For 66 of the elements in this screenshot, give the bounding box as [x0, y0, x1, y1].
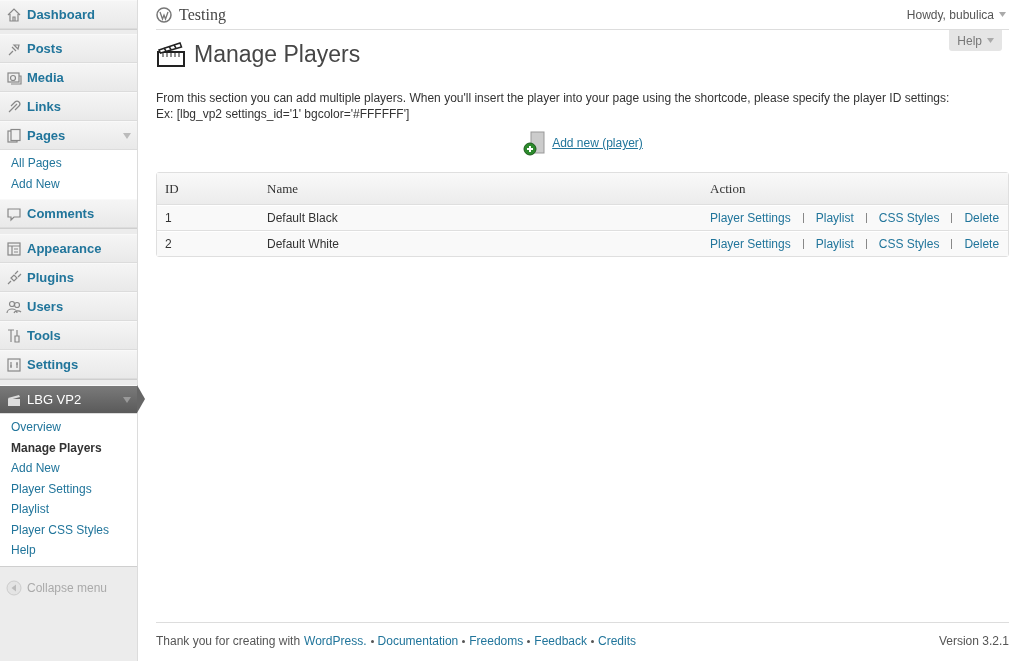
menu-item[interactable]: Comments [0, 199, 137, 228]
caret-icon [123, 132, 131, 139]
submenu-item[interactable]: Playlist [0, 499, 137, 520]
caret-icon [987, 38, 994, 43]
action-link[interactable]: CSS Styles [878, 237, 940, 251]
menu-item[interactable]: Appearance [0, 234, 137, 263]
wordpress-logo-icon [156, 6, 172, 23]
add-new-player-link[interactable]: Add new (player) [552, 136, 643, 150]
plug-icon [6, 269, 22, 286]
clapperboard-icon [156, 40, 186, 68]
table-cell: Default Black [259, 205, 702, 231]
table-cell: 2 [157, 231, 259, 256]
submenu-item[interactable]: All Pages [0, 153, 137, 174]
people-icon [6, 298, 22, 315]
submenu-item[interactable]: Player Settings [0, 478, 137, 499]
column-header: ID [157, 173, 259, 205]
menu-item[interactable]: Media [0, 63, 137, 92]
shortcode-example: Ex: [lbg_vp2 settings_id='1' bgcolor='#FFFFFF'] [156, 107, 410, 121]
footer-link[interactable]: Freedoms [469, 634, 524, 648]
settings-icon [6, 356, 22, 373]
user-menu[interactable]: Howdy, bubulica [906, 7, 1006, 22]
layout-icon [6, 240, 22, 257]
action-link[interactable]: Playlist [815, 211, 854, 225]
site-title[interactable]: Testing [179, 5, 226, 24]
column-header: Name [259, 173, 702, 205]
submenu-item[interactable]: Add New [0, 458, 137, 479]
caret-icon [999, 12, 1006, 17]
footer-link[interactable]: Documentation [377, 634, 459, 648]
submenu-item[interactable]: Add New [0, 173, 137, 194]
version-text: Version 3.2.1 [938, 634, 1009, 648]
caret-icon [123, 396, 131, 403]
footer-link[interactable]: Feedback [534, 634, 587, 648]
chain-link-icon [6, 98, 22, 115]
table-cell: Default White [259, 231, 702, 256]
pages-icon [6, 127, 22, 144]
house-icon [6, 6, 22, 23]
submenu-item[interactable]: Manage Players [0, 437, 137, 458]
menu-item[interactable]: Plugins [0, 263, 137, 292]
menu-item[interactable]: Links [0, 92, 137, 121]
menu-item[interactable]: Settings [0, 350, 137, 379]
action-link[interactable]: Playlist [815, 237, 854, 251]
menu-item[interactable]: Tools [0, 321, 137, 350]
action-link[interactable]: Player Settings [710, 211, 791, 225]
column-header: Action [702, 173, 1008, 205]
submenu-item[interactable]: Overview [0, 417, 137, 438]
footer-link[interactable]: WordPress. [304, 634, 367, 648]
menu-item[interactable]: LBG VP2 [0, 385, 137, 414]
action-link[interactable]: Delete [964, 237, 1000, 251]
footer-text: Thank you for creating with [156, 634, 301, 648]
description-text: From this section you can add multiple players. When you'll insert the player into your page using the shortcode, please specify the player ID settings: [156, 91, 950, 105]
submenu-item[interactable]: Help [0, 540, 137, 561]
tools-icon [6, 327, 22, 344]
menu-item[interactable]: Dashboard [0, 0, 137, 29]
speech-bubble-icon [6, 205, 22, 222]
menu-item[interactable]: Pages [0, 121, 137, 150]
table-cell: 1 [157, 205, 259, 231]
action-link[interactable]: Player Settings [710, 237, 791, 251]
submenu-item[interactable]: Player CSS Styles [0, 519, 137, 540]
page-title: Manage Players [194, 40, 361, 68]
footer-link[interactable]: Credits [598, 634, 636, 648]
help-tab[interactable]: Help [949, 30, 1002, 51]
camera-icon [6, 69, 22, 86]
menu-item[interactable]: Posts [0, 34, 137, 63]
menu-item[interactable]: Users [0, 292, 137, 321]
action-link[interactable]: Delete [964, 211, 1000, 225]
action-link[interactable]: CSS Styles [878, 211, 940, 225]
